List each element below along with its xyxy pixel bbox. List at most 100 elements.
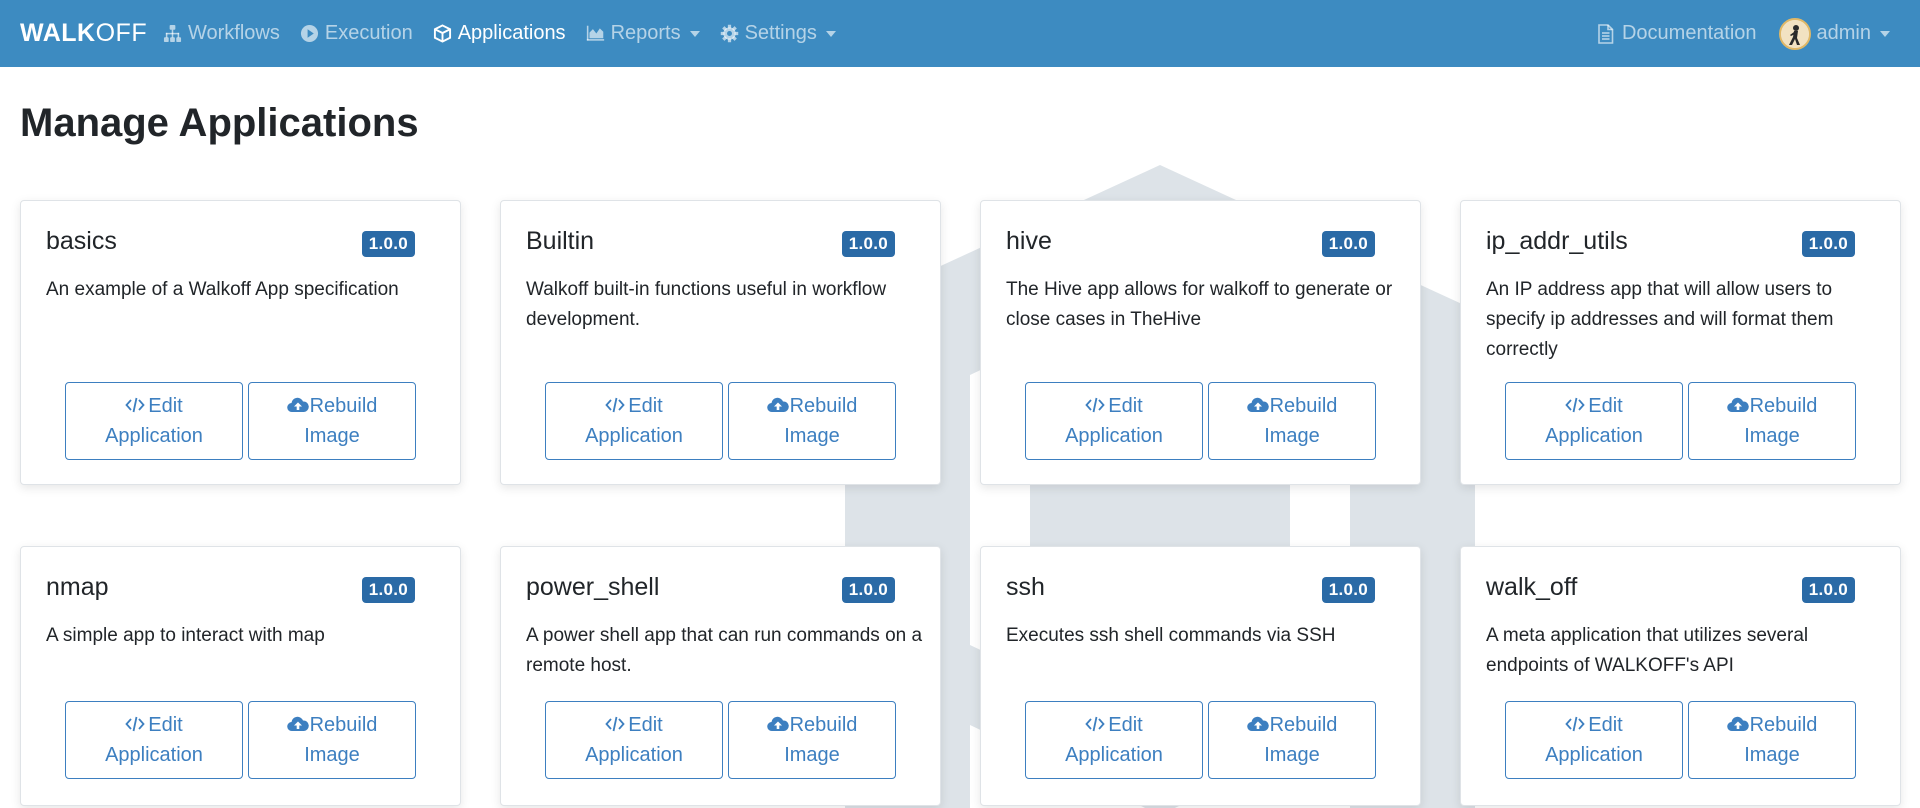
app-name: hive — [1006, 227, 1052, 255]
nav-execution-label: Execution — [324, 22, 413, 44]
rebuild-label: Rebuild — [309, 714, 378, 736]
app-card: power_shell 1.0.0 A power shell app that… — [500, 546, 941, 806]
app-card: Builtin 1.0.0 Walkoff built-in functions… — [500, 200, 941, 485]
rebuild-label-2: Image — [784, 425, 840, 447]
rebuild-label-2: Image — [304, 744, 360, 766]
rebuild-image-button[interactable]: Rebuild Image — [248, 382, 416, 460]
sitemap-icon — [163, 24, 182, 43]
app-description: A power shell app that can run commands … — [526, 625, 923, 676]
cloud-upload-icon — [1726, 393, 1749, 413]
nav-applications[interactable]: Applications — [433, 22, 566, 45]
code-icon — [1565, 393, 1585, 413]
edit-label: Edit — [1108, 395, 1143, 417]
app-name: basics — [46, 227, 117, 255]
rebuild-image-button[interactable]: Rebuild Image — [1688, 701, 1856, 779]
app-card: ip_addr_utils 1.0.0 An IP address app th… — [1460, 200, 1901, 485]
code-icon — [125, 393, 145, 413]
app-name: ip_addr_utils — [1486, 227, 1628, 255]
edit-label: Edit — [1108, 714, 1143, 736]
nav-documentation-label: Documentation — [1621, 22, 1757, 44]
app-card: hive 1.0.0 The Hive app allows for walko… — [980, 200, 1421, 485]
nav-documentation[interactable]: Documentation — [1597, 22, 1757, 45]
app-description: Executes ssh shell commands via SSH — [1006, 625, 1336, 646]
edit-label-2: Application — [585, 744, 683, 766]
rebuild-image-button[interactable]: Rebuild Image — [248, 701, 416, 779]
cloud-upload-icon — [1726, 712, 1749, 732]
code-icon — [1085, 393, 1105, 413]
rebuild-image-button[interactable]: Rebuild Image — [728, 701, 896, 779]
version-badge: 1.0.0 — [361, 231, 415, 257]
cloud-upload-icon — [766, 712, 789, 732]
edit-label: Edit — [148, 395, 183, 417]
edit-application-button[interactable]: Edit Application — [65, 701, 243, 779]
version-badge: 1.0.0 — [361, 577, 415, 603]
edit-application-button[interactable]: Edit Application — [545, 701, 723, 779]
version-badge: 1.0.0 — [1321, 577, 1375, 603]
rebuild-image-button[interactable]: Rebuild Image — [1688, 382, 1856, 460]
edit-application-button[interactable]: Edit Application — [545, 382, 723, 460]
edit-application-button[interactable]: Edit Application — [65, 382, 243, 460]
rebuild-label: Rebuild — [1269, 395, 1338, 417]
nav-execution[interactable]: Execution — [300, 22, 413, 45]
edit-application-button[interactable]: Edit Application — [1025, 382, 1203, 460]
app-description: A meta application that utilizes several… — [1486, 625, 1809, 676]
app-name: walk_off — [1486, 573, 1578, 601]
nav-right: Documentation admin — [1597, 0, 1890, 67]
edit-application-button[interactable]: Edit Application — [1505, 382, 1683, 460]
app-name: nmap — [46, 573, 109, 601]
code-icon — [605, 393, 625, 413]
app-description: An IP address app that will allow users … — [1486, 279, 1834, 360]
nav-reports[interactable]: Reports — [586, 22, 700, 45]
app-description: The Hive app allows for walkoff to gener… — [1006, 279, 1393, 330]
edit-label-2: Application — [1065, 744, 1163, 766]
main-nav: Workflows Execution Applications Reports — [163, 0, 836, 67]
version-badge: 1.0.0 — [841, 577, 895, 603]
app-card: basics 1.0.0 An example of a Walkoff App… — [20, 200, 461, 485]
version-badge: 1.0.0 — [1801, 231, 1855, 257]
rebuild-image-button[interactable]: Rebuild Image — [728, 382, 896, 460]
user-name: admin — [1816, 22, 1871, 44]
edit-label-2: Application — [105, 425, 203, 447]
rebuild-image-button[interactable]: Rebuild Image — [1208, 382, 1376, 460]
edit-application-button[interactable]: Edit Application — [1505, 701, 1683, 779]
top-navbar: WALKOFF Workflows Execution Applications… — [0, 0, 1920, 67]
area-chart-icon — [586, 24, 605, 43]
code-icon — [605, 712, 625, 732]
nav-settings[interactable]: Settings — [720, 22, 836, 45]
rebuild-image-button[interactable]: Rebuild Image — [1208, 701, 1376, 779]
app-card: walk_off 1.0.0 A meta application that u… — [1460, 546, 1901, 806]
nav-reports-label: Reports — [610, 22, 681, 44]
app-card: nmap 1.0.0 A simple app to interact with… — [20, 546, 461, 806]
app-description: Walkoff built-in functions useful in wor… — [526, 279, 887, 330]
nav-settings-label: Settings — [744, 22, 817, 44]
edit-label: Edit — [1588, 395, 1623, 417]
app-name: ssh — [1006, 573, 1045, 601]
rebuild-label: Rebuild — [1269, 714, 1338, 736]
rebuild-label: Rebuild — [789, 395, 858, 417]
cloud-upload-icon — [286, 712, 309, 732]
edit-application-button[interactable]: Edit Application — [1025, 701, 1203, 779]
edit-label-2: Application — [1545, 744, 1643, 766]
nav-applications-label: Applications — [457, 22, 566, 44]
app-description: A simple app to interact with map — [46, 625, 325, 646]
user-menu[interactable]: admin — [1778, 17, 1890, 50]
nav-workflows[interactable]: Workflows — [163, 22, 280, 45]
edit-label: Edit — [148, 714, 183, 736]
edit-label-2: Application — [1065, 425, 1163, 447]
rebuild-label: Rebuild — [789, 714, 858, 736]
play-circle-icon — [300, 24, 319, 43]
code-icon — [125, 712, 145, 732]
file-icon — [1597, 24, 1616, 44]
cloud-upload-icon — [766, 393, 789, 413]
brand-logo[interactable]: WALKOFF — [20, 0, 147, 67]
avatar — [1778, 17, 1811, 50]
rebuild-label-2: Image — [1744, 744, 1800, 766]
rebuild-label: Rebuild — [1749, 714, 1818, 736]
cloud-upload-icon — [1246, 393, 1269, 413]
version-badge: 1.0.0 — [841, 231, 895, 257]
edit-label-2: Application — [1545, 425, 1643, 447]
gear-icon — [720, 24, 739, 43]
rebuild-label-2: Image — [1264, 425, 1320, 447]
edit-label: Edit — [1588, 714, 1623, 736]
rebuild-label-2: Image — [1264, 744, 1320, 766]
